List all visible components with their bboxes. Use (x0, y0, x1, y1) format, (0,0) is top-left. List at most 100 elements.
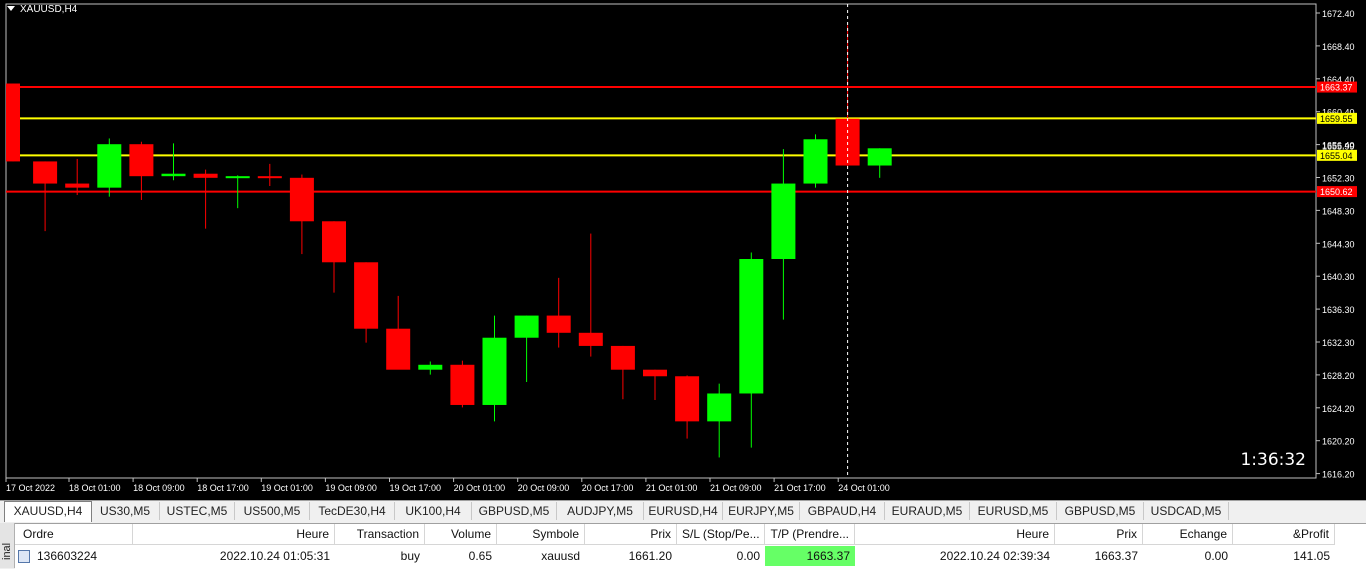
level-price-label: 1663.37 (1320, 83, 1353, 93)
candle-countdown: 1:36:32 (1240, 450, 1306, 470)
time-tick-label: 19 Oct 09:00 (325, 483, 377, 493)
candle-body (643, 369, 667, 377)
time-tick-label: 21 Oct 09:00 (710, 483, 762, 493)
table-cell: buy (400, 549, 420, 563)
column-header[interactable]: &Profit (1233, 524, 1335, 545)
price-tick-label: 1632.30 (1322, 338, 1355, 348)
price-tick-label: 1668.40 (1322, 42, 1355, 52)
price-tick-label: 1648.30 (1322, 206, 1355, 216)
candle-body (514, 315, 539, 338)
candle-body (482, 337, 507, 405)
table-cell: 1663.37 (1094, 549, 1138, 563)
column-header[interactable]: Volume (425, 524, 497, 545)
candle-body (322, 221, 346, 263)
tab-euraud-m5[interactable]: EURAUD,M5 (885, 502, 970, 520)
table-cell: xauusd (541, 549, 580, 563)
time-tick-label: 18 Oct 09:00 (133, 483, 185, 493)
candlestick-chart[interactable]: 1672.401668.401664.401660.401656.401652.… (0, 0, 1366, 500)
column-header[interactable]: Symbole (497, 524, 585, 545)
chart-window[interactable]: 1672.40 1668.40 1664.40 1660.40 1656.40 1652.… (0, 0, 1366, 500)
column-header[interactable]: T/P (Prendre... (765, 524, 855, 545)
time-tick-label: 24 Oct 01:00 (838, 483, 890, 493)
candle-body (193, 173, 218, 178)
time-tick-label: 20 Oct 09:00 (518, 483, 570, 493)
candle-body (257, 176, 282, 179)
table-cell: 1661.20 (628, 549, 672, 563)
price-tick-label: 1624.20 (1322, 404, 1355, 414)
candle-body (129, 144, 154, 177)
table-cell: 0.00 (736, 549, 760, 563)
candle-body (771, 183, 796, 259)
column-header[interactable]: Prix (585, 524, 677, 545)
candle-body (386, 328, 411, 370)
tab-xauusd-h4[interactable]: XAUUSD,H4 (4, 501, 92, 522)
column-header[interactable]: Heure (133, 524, 335, 545)
plot-border (5, 3, 1317, 479)
trade-history-table: Ordre Heure Transaction Volume Symbole Prix S/… (15, 523, 1366, 569)
column-header[interactable]: Heure (855, 524, 1055, 545)
tab-audjpy-m5[interactable]: AUDJPY,M5 (557, 502, 644, 520)
candle-body (225, 176, 250, 179)
price-tick-label: 1628.20 (1322, 371, 1355, 381)
level-price-label: 1655.04 (1320, 151, 1353, 161)
terminal-side-label: inal (1, 542, 13, 560)
level-price-label: 1659.55 (1320, 114, 1353, 124)
table-cell: 2022.10.24 02:39:34 (939, 549, 1050, 563)
candle-body (161, 173, 186, 177)
table-cell: 136603224 (37, 549, 98, 563)
table-cell: 0.65 (468, 549, 492, 563)
price-tick-label: 1620.20 (1322, 437, 1355, 447)
tab-gbpusd-m5[interactable]: GBPUSD,M5 (1057, 502, 1144, 520)
tab-ustec-m5[interactable]: USTEC,M5 (160, 502, 235, 520)
price-tick-label: 1636.30 (1322, 305, 1355, 315)
candle-body (578, 332, 603, 346)
price-tick-label: 1652.30 (1322, 174, 1355, 184)
candle-body (289, 177, 314, 222)
candle-body (546, 315, 571, 333)
candle-body (97, 144, 122, 188)
candle-body (6, 83, 20, 162)
tab-gbpusd-m5[interactable]: GBPUSD,M5 (472, 502, 557, 520)
candle-body (354, 262, 379, 329)
candle-body (33, 161, 58, 184)
table-cell: 0.00 (1204, 549, 1228, 563)
time-tick-label: 18 Oct 01:00 (69, 483, 121, 493)
time-tick-label: 21 Oct 17:00 (774, 483, 826, 493)
candle-body (610, 345, 635, 370)
candle-body (803, 139, 828, 184)
chart-symbol-label: XAUUSD,H4 (20, 4, 78, 15)
price-tick-label: 1640.30 (1322, 272, 1355, 282)
tab-eurusd-h4[interactable]: EURUSD,H4 (644, 502, 723, 520)
table-cell: 2022.10.24 01:05:31 (219, 549, 330, 563)
table-cell: 141.05 (1293, 549, 1330, 563)
tab-uk100-h4[interactable]: UK100,H4 (395, 502, 472, 520)
time-tick-label: 18 Oct 17:00 (197, 483, 249, 493)
price-tick-label: 1672.40 (1322, 9, 1355, 19)
tab-gbpaud-h4[interactable]: GBPAUD,H4 (800, 502, 885, 520)
column-header[interactable]: Prix (1055, 524, 1143, 545)
time-tick-label: 21 Oct 01:00 (646, 483, 698, 493)
time-tick-label: 20 Oct 17:00 (582, 483, 634, 493)
candle-body (675, 376, 700, 422)
tab-usdcad-m5[interactable]: USDCAD,M5 (1144, 502, 1229, 520)
tab-eurusd-m5[interactable]: EURUSD,M5 (970, 502, 1057, 520)
price-tick-label: 1616.20 (1322, 470, 1355, 480)
time-tick-label: 17 Oct 2022 (6, 483, 55, 493)
column-header[interactable]: Ordre (15, 524, 133, 545)
tab-tecde30-h4[interactable]: TecDE30,H4 (310, 502, 395, 520)
candle-body (739, 259, 764, 394)
column-header[interactable]: Echange (1143, 524, 1233, 545)
chart-tab-bar: XAUUSD,H4 US30,M5 USTEC,M5 US500,M5 TecDE30,… (0, 500, 1366, 522)
time-tick-label: 20 Oct 01:00 (454, 483, 506, 493)
table-cell: 1663.37 (765, 546, 855, 566)
candle-body (867, 148, 892, 166)
tab-us30-m5[interactable]: US30,M5 (91, 502, 160, 520)
candle-body (65, 183, 90, 188)
column-header[interactable]: S/L (Stop/Pe... (677, 524, 765, 545)
candle-body (418, 364, 443, 370)
tab-us500-m5[interactable]: US500,M5 (235, 502, 310, 520)
chart-menu-arrow-icon[interactable] (7, 6, 15, 11)
time-tick-label: 19 Oct 17:00 (390, 483, 442, 493)
tab-eurjpy-m5[interactable]: EURJPY,M5 (723, 502, 800, 520)
column-header[interactable]: Transaction (335, 524, 425, 545)
